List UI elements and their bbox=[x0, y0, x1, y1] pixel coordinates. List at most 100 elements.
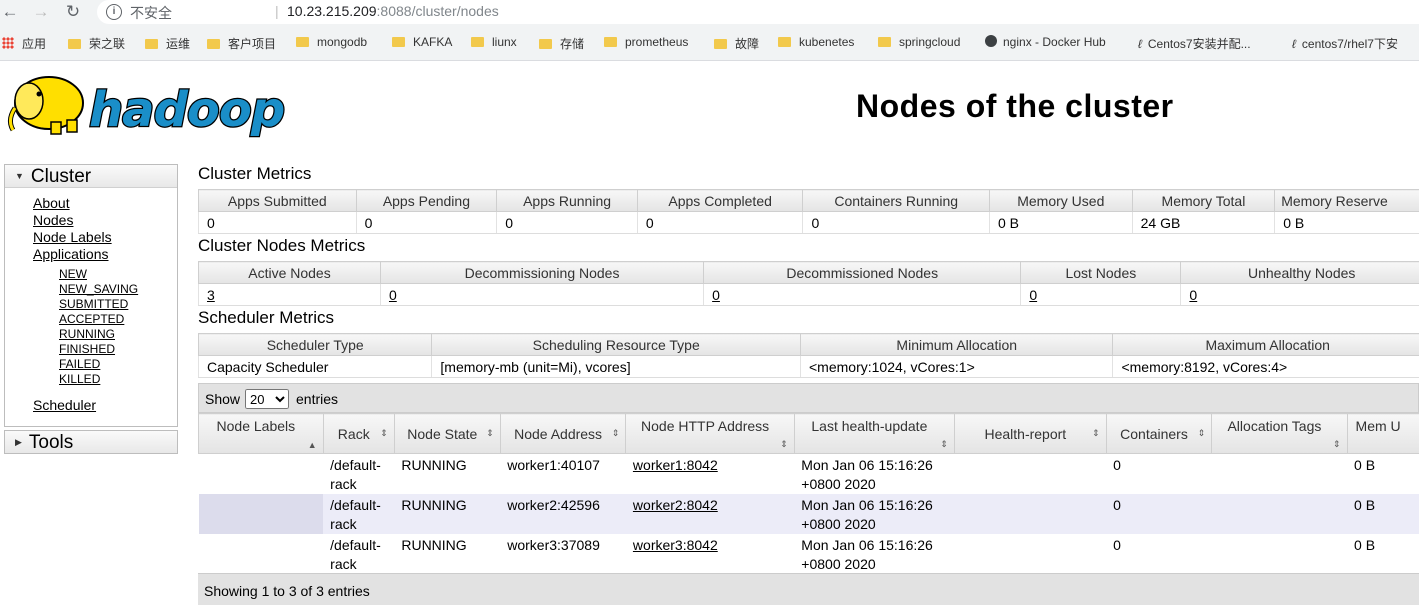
col-lost-nodes: Lost Nodes bbox=[1021, 262, 1181, 284]
decommissioning-nodes-link[interactable]: 0 bbox=[389, 287, 397, 303]
col-memory-reserved: Memory Reserve bbox=[1275, 190, 1419, 212]
sidebar-link-applications[interactable]: Applications bbox=[33, 246, 112, 263]
sidebar-link-nodes[interactable]: Nodes bbox=[33, 212, 112, 229]
col-label: Rack bbox=[338, 426, 370, 442]
min-allocation-value: <memory:1024, vCores:1> bbox=[801, 356, 1113, 378]
info-icon[interactable]: i bbox=[106, 4, 122, 20]
bookmark-folder[interactable]: mongodb bbox=[296, 35, 367, 49]
page-size-select[interactable]: 20 bbox=[245, 389, 289, 409]
bookmark-apps[interactable]: 应用 bbox=[2, 35, 46, 52]
app-state-new[interactable]: NEW bbox=[59, 267, 138, 282]
lost-nodes-cell: 0 bbox=[1021, 284, 1181, 306]
col-maximum-allocation: Maximum Allocation bbox=[1113, 334, 1419, 356]
sort-both-icon: ⇕ bbox=[1092, 428, 1100, 439]
sidebar-link-node-labels[interactable]: Node Labels bbox=[33, 229, 112, 246]
entries-label: entries bbox=[296, 391, 338, 407]
rack-line: rack bbox=[330, 476, 356, 492]
mem-used-cell: 0 B bbox=[1347, 454, 1419, 495]
hadoop-logo[interactable]: hadoop bbox=[5, 68, 305, 143]
containers-cell: 0 bbox=[1106, 454, 1212, 495]
node-http-cell: worker2:8042 bbox=[626, 494, 794, 534]
collapse-triangle-icon: ▼ bbox=[15, 171, 24, 181]
bookmark-link[interactable]: ℓcentos7/rhel7下安 bbox=[1292, 35, 1398, 52]
app-state-running[interactable]: RUNNING bbox=[59, 327, 138, 342]
app-state-finished[interactable]: FINISHED bbox=[59, 342, 138, 357]
bookmark-folder[interactable]: 运维 bbox=[145, 35, 190, 52]
bookmark-folder[interactable]: kubenetes bbox=[778, 35, 854, 49]
bookmark-label: springcloud bbox=[899, 35, 960, 49]
bookmark-folder[interactable]: KAFKA bbox=[392, 35, 452, 49]
nodes-metrics-table: Active Nodes Decommissioning Nodes Decom… bbox=[198, 261, 1419, 306]
health-tz: +0800 2020 bbox=[801, 476, 875, 492]
node-http-link[interactable]: worker2:8042 bbox=[633, 497, 718, 513]
bookmark-folder[interactable]: prometheus bbox=[604, 35, 688, 49]
allocation-tags-cell bbox=[1212, 534, 1347, 574]
bookmark-folder[interactable]: liunx bbox=[471, 35, 517, 49]
col-node-http-address[interactable]: Node HTTP Address⇕ bbox=[626, 414, 794, 454]
unhealthy-nodes-cell: 0 bbox=[1181, 284, 1419, 306]
col-node-address[interactable]: Node Address⇕ bbox=[500, 414, 626, 454]
expand-triangle-icon: ▶ bbox=[15, 437, 22, 447]
node-http-link[interactable]: worker3:8042 bbox=[633, 537, 718, 553]
url-host: 10.23.215.209 bbox=[287, 3, 377, 19]
col-label: Health-report bbox=[984, 426, 1066, 442]
decommissioned-nodes-link[interactable]: 0 bbox=[712, 287, 720, 303]
rack-line: /default- bbox=[330, 457, 381, 473]
bookmark-folder[interactable]: springcloud bbox=[878, 35, 960, 49]
sidebar-link-scheduler[interactable]: Scheduler bbox=[33, 397, 96, 414]
active-nodes-link[interactable]: 3 bbox=[207, 287, 215, 303]
forward-arrow-icon[interactable]: → bbox=[31, 2, 51, 22]
node-address-cell: worker1:40107 bbox=[500, 454, 626, 495]
bookmark-folder[interactable]: 客户项目 bbox=[207, 35, 276, 52]
col-apps-completed: Apps Completed bbox=[637, 190, 803, 212]
col-node-labels[interactable]: Node Labels ▲ bbox=[199, 414, 324, 454]
app-state-submitted[interactable]: SUBMITTED bbox=[59, 297, 138, 312]
col-allocation-tags[interactable]: Allocation Tags⇕ bbox=[1212, 414, 1347, 454]
address-bar[interactable]: i 不安全 | 10.23.215.209:8088/cluster/nodes bbox=[97, 0, 1419, 24]
col-mem-used[interactable]: Mem U bbox=[1347, 414, 1419, 454]
folder-icon bbox=[68, 39, 81, 49]
col-containers[interactable]: Containers⇕ bbox=[1106, 414, 1212, 454]
security-label[interactable]: 不安全 bbox=[130, 3, 172, 23]
col-last-health-update[interactable]: Last health-update⇕ bbox=[794, 414, 954, 454]
node-http-link[interactable]: worker1:8042 bbox=[633, 457, 718, 473]
bookmark-folder[interactable]: 故障 bbox=[714, 35, 759, 52]
col-health-report[interactable]: Health-report ⇕ bbox=[954, 414, 1106, 454]
app-state-failed[interactable]: FAILED bbox=[59, 357, 138, 372]
app-state-accepted[interactable]: ACCEPTED bbox=[59, 312, 138, 327]
bookmark-label: 荣之联 bbox=[89, 37, 125, 51]
tools-section-header[interactable]: ▶Tools bbox=[5, 431, 177, 453]
bookmark-folder[interactable]: 存储 bbox=[539, 35, 584, 52]
cluster-section-header[interactable]: ▼Cluster bbox=[5, 165, 177, 188]
col-node-state[interactable]: Node State⇕ bbox=[394, 414, 500, 454]
reload-icon[interactable]: ↻ bbox=[63, 2, 83, 22]
folder-icon bbox=[296, 37, 309, 47]
col-scheduling-resource-type: Scheduling Resource Type bbox=[432, 334, 801, 356]
cluster-metrics-table: Apps Submitted Apps Pending Apps Running… bbox=[198, 189, 1419, 234]
bookmark-link[interactable]: ℓCentos7安装并配... bbox=[1138, 35, 1251, 52]
rack-line: /default- bbox=[330, 537, 381, 553]
folder-icon bbox=[778, 37, 791, 47]
col-label: Node Labels bbox=[217, 418, 296, 434]
node-address-cell: worker3:37089 bbox=[500, 534, 626, 574]
bookmark-folder[interactable]: 荣之联 bbox=[68, 35, 125, 52]
app-state-killed[interactable]: KILLED bbox=[59, 372, 138, 387]
col-active-nodes: Active Nodes bbox=[199, 262, 381, 284]
scheduler-metrics-title: Scheduler Metrics bbox=[198, 308, 334, 328]
bookmark-label: KAFKA bbox=[413, 35, 452, 49]
col-apps-submitted: Apps Submitted bbox=[199, 190, 357, 212]
bookmark-link[interactable]: nginx - Docker Hub bbox=[985, 35, 1106, 49]
folder-icon bbox=[878, 37, 891, 47]
nodes-table: Node Labels▲ Rack⇕ Node State⇕ Node Addr… bbox=[198, 413, 1419, 574]
url-text[interactable]: 10.23.215.209:8088/cluster/nodes bbox=[287, 3, 499, 19]
bookmark-label: Centos7安装并配... bbox=[1148, 37, 1251, 51]
sort-asc-icon: ▲ bbox=[308, 440, 317, 450]
table-row: /default-rack RUNNING worker3:37089 work… bbox=[199, 534, 1419, 574]
sidebar-link-about[interactable]: About bbox=[33, 195, 112, 212]
mem-used-cell: 0 B bbox=[1347, 494, 1419, 534]
lost-nodes-link[interactable]: 0 bbox=[1029, 287, 1037, 303]
col-rack[interactable]: Rack⇕ bbox=[323, 414, 394, 454]
back-arrow-icon[interactable]: ← bbox=[0, 2, 20, 22]
app-state-new-saving[interactable]: NEW_SAVING bbox=[59, 282, 138, 297]
unhealthy-nodes-link[interactable]: 0 bbox=[1189, 287, 1197, 303]
